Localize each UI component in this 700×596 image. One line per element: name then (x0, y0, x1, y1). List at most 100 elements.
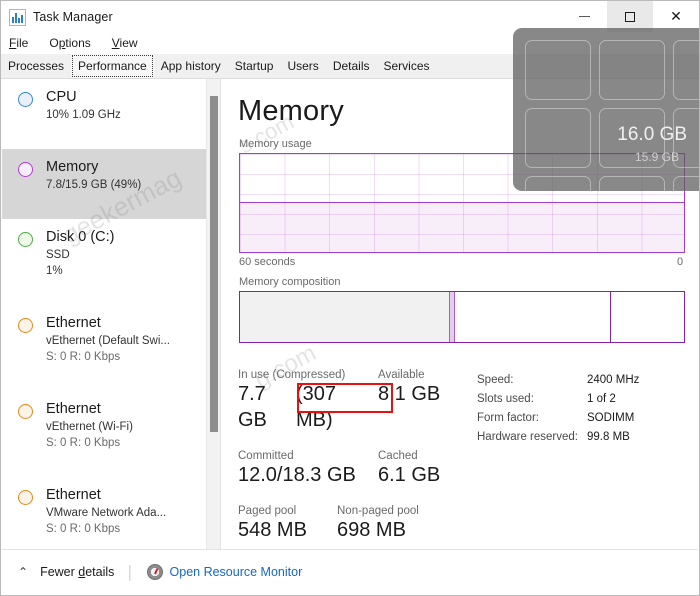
tab-processes[interactable]: Processes (1, 54, 71, 78)
fewer-details-button[interactable]: Fewer details (40, 565, 114, 579)
memory-indicator-icon (18, 162, 33, 177)
sidebar-item-label: Memory (46, 159, 99, 175)
composition-segment-in-use (240, 292, 449, 342)
stat-label-paged-pool: Paged pool (238, 505, 297, 517)
chevron-up-icon[interactable]: ⌃ (18, 565, 28, 579)
cpu-indicator-icon (18, 92, 33, 107)
memory-slot-tile (525, 176, 591, 191)
memory-specs: Speed: 2400 MHz Slots used: 1 of 2 Form … (477, 371, 639, 447)
memory-usage-label: Memory usage (239, 138, 312, 150)
menu-item-options[interactable]: Options (49, 36, 90, 50)
spec-value-speed: 2400 MHz (587, 374, 640, 386)
spec-value-slots-used: 1 of 2 (587, 393, 616, 405)
spec-value-form-factor: SODIMM (587, 412, 635, 424)
stat-label-available: Available (378, 369, 425, 381)
spec-row-hardware-reserved: Hardware reserved: 99.8 MB (477, 428, 639, 447)
tab-startup[interactable]: Startup (228, 54, 281, 78)
sidebar-item-ethernet-1[interactable]: Ethernet vEthernet (Default Swi... S: 0 … (2, 305, 206, 391)
sidebar-scrollbar[interactable] (206, 79, 220, 551)
tab-performance[interactable]: Performance (71, 54, 154, 78)
memory-composition-label: Memory composition (239, 276, 341, 288)
composition-segment-standby (455, 292, 611, 342)
spec-key-speed: Speed: (477, 374, 514, 386)
page-title: Memory (238, 95, 344, 127)
sidebar-item-sub: vEthernet (Default Swi... (46, 335, 170, 347)
sidebar-item-ethernet-3[interactable]: Ethernet VMware Network Ada... S: 0 R: 0… (2, 477, 206, 551)
spec-key-slots-used: Slots used: (477, 393, 534, 405)
memory-slot-tile (673, 40, 699, 100)
sidebar-item-sub: VMware Network Ada... (46, 507, 167, 519)
sidebar-item-label: Ethernet (46, 401, 101, 417)
memory-composition-bar (239, 291, 685, 343)
sidebar-item-sub2: S: 0 R: 0 Kbps (46, 523, 121, 535)
stat-label-cached: Cached (378, 450, 418, 462)
spec-row-slots-used: Slots used: 1 of 2 (477, 390, 639, 409)
spec-key-hardware-reserved: Hardware reserved: (477, 431, 578, 443)
memory-stats: In use (Compressed) Available 7.7 GB (30… (238, 369, 478, 556)
stat-value-non-paged-pool: 698 MB (337, 519, 406, 541)
status-separator: │ (126, 564, 135, 580)
spec-row-form-factor: Form factor: SODIMM (477, 409, 639, 428)
close-icon: ✕ (670, 8, 682, 25)
sidebar-item-memory[interactable]: Memory 7.8/15.9 GB (49%) (2, 149, 206, 219)
stat-label-non-paged-pool: Non-paged pool (337, 505, 419, 517)
memory-slot-tile (525, 108, 591, 168)
memory-slot-tile (525, 40, 591, 100)
disk-indicator-icon (18, 232, 33, 247)
ethernet-indicator-icon (18, 404, 33, 419)
ethernet-indicator-icon (18, 490, 33, 505)
stat-value-cached: 6.1 GB (378, 464, 441, 486)
tab-services[interactable]: Services (377, 54, 437, 78)
sidebar-item-disk[interactable]: Disk 0 (C:) SSD 1% (2, 219, 206, 305)
sidebar-item-sub: 10% 1.09 GHz (46, 109, 121, 121)
sidebar-item-sub2: S: 0 R: 0 Kbps (46, 351, 121, 363)
composition-segment-modified (448, 292, 456, 342)
sidebar-item-label: CPU (46, 89, 77, 105)
ethernet-indicator-icon (18, 318, 33, 333)
sidebar-item-sub: vEthernet (Wi-Fi) (46, 421, 133, 433)
spec-value-hardware-reserved: 99.8 MB (587, 431, 630, 443)
memory-slot-tile (599, 176, 665, 191)
sidebar-item-sub2: S: 0 R: 0 Kbps (46, 437, 121, 449)
stat-value-committed: 12.0/18.3 GB (238, 464, 356, 486)
sidebar-item-cpu[interactable]: CPU 10% 1.09 GHz (2, 79, 206, 149)
stat-value-available: 8.1 GB (378, 383, 441, 405)
stat-value-compressed: (307 MB) (296, 383, 337, 431)
sidebar-item-sub2: 1% (46, 265, 63, 277)
sidebar-item-label: Ethernet (46, 315, 101, 331)
stat-label-committed: Committed (238, 450, 294, 462)
sidebar-item-label: Disk 0 (C:) (46, 229, 115, 245)
tab-details[interactable]: Details (326, 54, 377, 78)
memory-slot-tile (599, 40, 665, 100)
overlay-usable-memory: 15.9 GB (634, 150, 679, 164)
menu-item-view[interactable]: View (112, 36, 138, 50)
status-bar: ⌃ Fewer details │ Open Resource Monitor (2, 549, 698, 594)
stat-label-in-use: In use (Compressed) (238, 369, 346, 381)
spec-row-speed: Speed: 2400 MHz (477, 371, 639, 390)
memory-slot-tile (673, 176, 699, 191)
stat-value-in-use: 7.7 GB (238, 383, 267, 431)
spec-key-form-factor: Form factor: (477, 412, 539, 424)
graph-time-right-label: 0 (677, 256, 684, 268)
stat-row-committed: Committed Cached 12.0/18.3 GB 6.1 GB (238, 450, 478, 488)
resource-sidebar: CPU 10% 1.09 GHz Memory 7.8/15.9 GB (49%… (2, 79, 206, 551)
resource-monitor-icon (146, 564, 163, 580)
composition-segment-free (610, 292, 684, 342)
sidebar-item-sub: SSD (46, 249, 70, 261)
sidebar-item-ethernet-2[interactable]: Ethernet vEthernet (Wi-Fi) S: 0 R: 0 Kbp… (2, 391, 206, 477)
open-resource-monitor-link[interactable]: Open Resource Monitor (170, 565, 303, 579)
sidebar-item-label: Ethernet (46, 487, 101, 503)
stat-row-in-use: In use (Compressed) Available 7.7 GB (30… (238, 369, 478, 433)
stat-value-paged-pool: 548 MB (238, 519, 307, 541)
memory-slots-overlay: 16.0 GB 15.9 GB (513, 28, 699, 191)
sidebar-item-sub: 7.8/15.9 GB (49%) (46, 179, 142, 191)
overlay-total-memory: 16.0 GB (617, 124, 687, 145)
task-manager-window: Task Manager ✕ File Options View Process… (0, 0, 700, 596)
tab-app-history[interactable]: App history (154, 54, 228, 78)
graph-time-left-label: 60 seconds (239, 256, 296, 268)
sidebar-scrollbar-thumb[interactable] (210, 96, 218, 432)
memory-usage-area (240, 202, 684, 252)
tab-users[interactable]: Users (280, 54, 325, 78)
overlay-tile-grid (525, 40, 699, 191)
menu-item-file[interactable]: File (9, 36, 28, 50)
